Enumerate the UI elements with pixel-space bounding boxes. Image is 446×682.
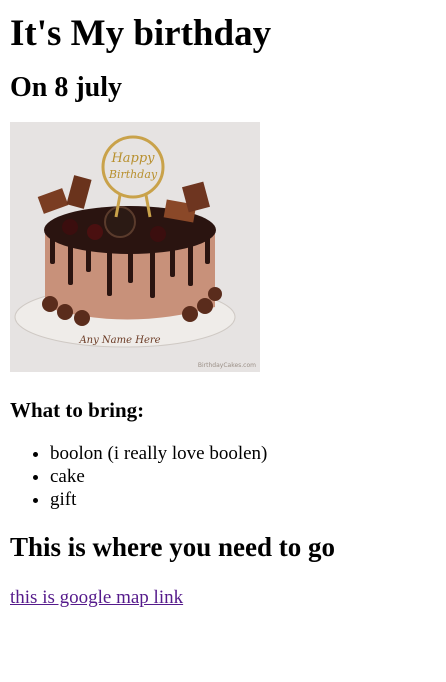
bring-heading: What to bring: xyxy=(10,398,145,422)
page-title: It's My birthday xyxy=(10,13,272,54)
bring-list: boolon (i really love boolen) cake gift xyxy=(10,442,436,511)
list-item: cake xyxy=(50,465,436,488)
list-item: gift xyxy=(50,488,436,511)
date-heading: On 8 july xyxy=(10,72,123,103)
birthday-cake-image: Happy Birthday Any Name Here BirthdayCak… xyxy=(10,122,260,372)
google-map-link[interactable]: this is google map link xyxy=(10,586,183,609)
topper-text-line1: Happy xyxy=(110,151,155,166)
list-item: boolon (i really love boolen) xyxy=(50,442,436,465)
page: It's My birthday On 8 july Happy Birthda… xyxy=(0,11,446,609)
plaque-text: Any Name Here xyxy=(78,335,160,346)
cake-illustration: Happy Birthday Any Name Here BirthdayCak… xyxy=(10,122,260,372)
watermark-text: BirthdayCakes.com xyxy=(198,362,256,369)
location-heading: This is where you need to go xyxy=(10,532,336,562)
topper-text-line2: Birthday xyxy=(108,168,158,181)
